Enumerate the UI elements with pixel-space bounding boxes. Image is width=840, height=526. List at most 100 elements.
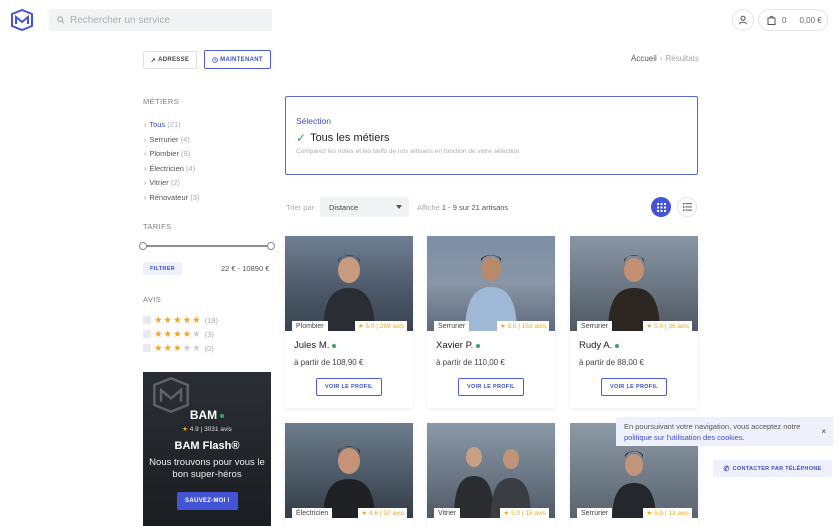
- artisan-trade-tag: Vitrier: [434, 508, 461, 518]
- call-by-phone-button[interactable]: ✆ CONTACTER PAR TÉLÉPHONE: [713, 460, 832, 477]
- star-empty-icon: ★: [192, 328, 201, 340]
- artisan-card[interactable]: Serrurier ★ 5.0 | 153 avis Xavier P. à p…: [427, 236, 555, 408]
- search-icon: [57, 16, 65, 24]
- cookie-policy-link[interactable]: politique sur l'utilisation des cookies: [624, 433, 743, 442]
- star-icon: ★: [361, 510, 368, 517]
- view-profile-button[interactable]: VOIR LE PROFIL: [458, 378, 524, 396]
- artisan-photo: Électricien ★ 4.6 | 37 avis: [285, 423, 413, 518]
- metier-item-plombier[interactable]: › Plombier (9): [144, 147, 199, 162]
- checkmark-icon: ✓: [296, 131, 307, 145]
- star-icon: ★: [646, 323, 653, 330]
- person-silhouette-icon: [323, 446, 375, 518]
- metier-label: Électricien: [149, 163, 184, 173]
- account-button[interactable]: [732, 9, 754, 31]
- star-icon: ★: [499, 323, 506, 330]
- promo-rating: ★ 4.9 | 3031 avis: [182, 426, 232, 433]
- filter-button[interactable]: FILTRER: [143, 262, 182, 275]
- online-dot: [476, 343, 481, 348]
- metier-label: Plombier: [149, 149, 179, 159]
- address-button[interactable]: ➚ ADRESSE: [143, 51, 197, 69]
- artisan-photo: Plombier ★ 5.0 | 269 avis: [285, 236, 413, 331]
- breadcrumb-home[interactable]: Accueil: [631, 54, 657, 63]
- checkbox[interactable]: [143, 344, 151, 352]
- sort-label: Trier par: [286, 203, 315, 212]
- chevron-right-icon: ›: [144, 136, 147, 144]
- grid-icon: [656, 202, 666, 212]
- selection-description: Comparez les notes et les tarifs de nos …: [296, 148, 520, 155]
- chevron-right-icon: ›: [144, 122, 147, 129]
- location-arrow-icon: ➚: [150, 57, 157, 64]
- artisan-card[interactable]: Serrurier ★ 5.0 | 36 avis Rudy A. à part…: [570, 236, 698, 408]
- promo-title: BAM: [143, 408, 271, 422]
- checkbox[interactable]: [143, 330, 151, 338]
- metier-count: (2): [170, 178, 181, 188]
- search-input[interactable]: Rechercher un service: [49, 9, 272, 31]
- star-icon: ★: [163, 328, 173, 340]
- artisan-card[interactable]: Vitrier ★ 5.0 | 15 avis: [427, 423, 555, 526]
- view-profile-button[interactable]: VOIR LE PROFIL: [316, 378, 382, 396]
- search-placeholder: Rechercher un service: [70, 14, 171, 26]
- metier-count: (4): [180, 134, 190, 144]
- artisan-price: à partir de 110,00 €: [436, 358, 505, 367]
- artisan-photo: Serrurier ★ 5.0 | 36 avis: [570, 236, 698, 331]
- price-slider[interactable]: [139, 242, 275, 250]
- now-button[interactable]: MAINTENANT: [204, 50, 271, 69]
- artisan-card[interactable]: Plombier ★ 5.0 | 269 avis Jules M. à par…: [285, 236, 413, 408]
- close-icon[interactable]: ×: [821, 426, 826, 437]
- promo-flash-title: BAM Flash®: [174, 440, 240, 452]
- star-icon: ★: [154, 342, 163, 354]
- metier-item-serrurier[interactable]: › Serrurier (4): [144, 133, 199, 148]
- star-empty-icon: ★: [192, 342, 201, 354]
- artisan-trade-tag: Serrurier: [577, 508, 613, 518]
- artisan-trade-tag: Serrurier: [434, 321, 470, 331]
- metier-count: (21): [167, 120, 181, 129]
- price-slider-min-handle[interactable]: [139, 242, 147, 250]
- cart-button[interactable]: 0 0,00 €: [758, 9, 828, 31]
- view-profile-button[interactable]: VOIR LE PROFIL: [601, 378, 667, 396]
- star-icon: ★: [163, 342, 173, 354]
- metier-label: Rénovateur: [149, 192, 189, 202]
- avis-filter-5[interactable]: ★ ★ ★ ★ ★ (18): [143, 313, 218, 327]
- results-count: Affiche 1 - 9 sur 21 artisans: [417, 203, 509, 212]
- chevron-right-icon: ›: [144, 180, 147, 188]
- chevron-down-icon: [396, 205, 402, 209]
- star-icon: ★: [154, 328, 163, 340]
- star-icon: ★: [192, 314, 201, 326]
- list-view-button[interactable]: [677, 197, 697, 217]
- avis-filter-3[interactable]: ★ ★ ★ ★ ★ (0): [143, 341, 218, 355]
- metier-item-tous[interactable]: › Tous (21): [144, 118, 199, 133]
- promo-text: Nous trouvons pour vous le bon super-hér…: [149, 457, 265, 480]
- price-slider-max-handle[interactable]: [267, 242, 275, 250]
- list-icon: [682, 203, 692, 211]
- avis-count: (3): [204, 329, 214, 339]
- now-button-label: MAINTENANT: [220, 56, 263, 63]
- online-dot: [615, 343, 620, 348]
- price-range: 22 € - 10890 €: [221, 264, 270, 273]
- artisan-name: Rudy A.: [579, 340, 620, 351]
- person-silhouette-icon: [608, 255, 660, 331]
- star-icon: ★: [357, 323, 364, 330]
- star-icon: ★: [173, 328, 182, 340]
- artisan-rating: ★ 5.0 | 13 avis: [643, 508, 692, 518]
- metier-label: Vitrier: [149, 178, 169, 188]
- online-dot: [220, 413, 225, 418]
- bam-logo[interactable]: [10, 8, 34, 32]
- breadcrumb-current: Résultats: [665, 54, 699, 63]
- online-dot: [332, 343, 337, 348]
- two-people-silhouette-icon: [454, 447, 531, 518]
- star-icon: ★: [646, 510, 653, 517]
- metier-item-renovateur[interactable]: › Rénovateur (3): [144, 191, 199, 206]
- avis-count: (18): [204, 315, 218, 325]
- avis-filter-4[interactable]: ★ ★ ★ ★ ★ (3): [143, 327, 218, 341]
- sort-value: Distance: [329, 202, 359, 212]
- artisan-name: Xavier P.: [436, 340, 481, 351]
- checkbox[interactable]: [143, 316, 151, 324]
- save-me-button[interactable]: SAUVEZ-MOI !: [177, 492, 238, 510]
- sort-select[interactable]: Distance: [320, 197, 409, 217]
- artisan-card[interactable]: Électricien ★ 4.6 | 37 avis: [285, 423, 413, 526]
- cart-count: 0: [782, 15, 787, 25]
- metier-item-electricien[interactable]: › Électricien (4): [144, 162, 199, 177]
- metier-item-vitrier[interactable]: › Vitrier (2): [144, 176, 199, 191]
- metiers-title: MÉTIERS: [143, 97, 180, 106]
- grid-view-button[interactable]: [651, 197, 671, 217]
